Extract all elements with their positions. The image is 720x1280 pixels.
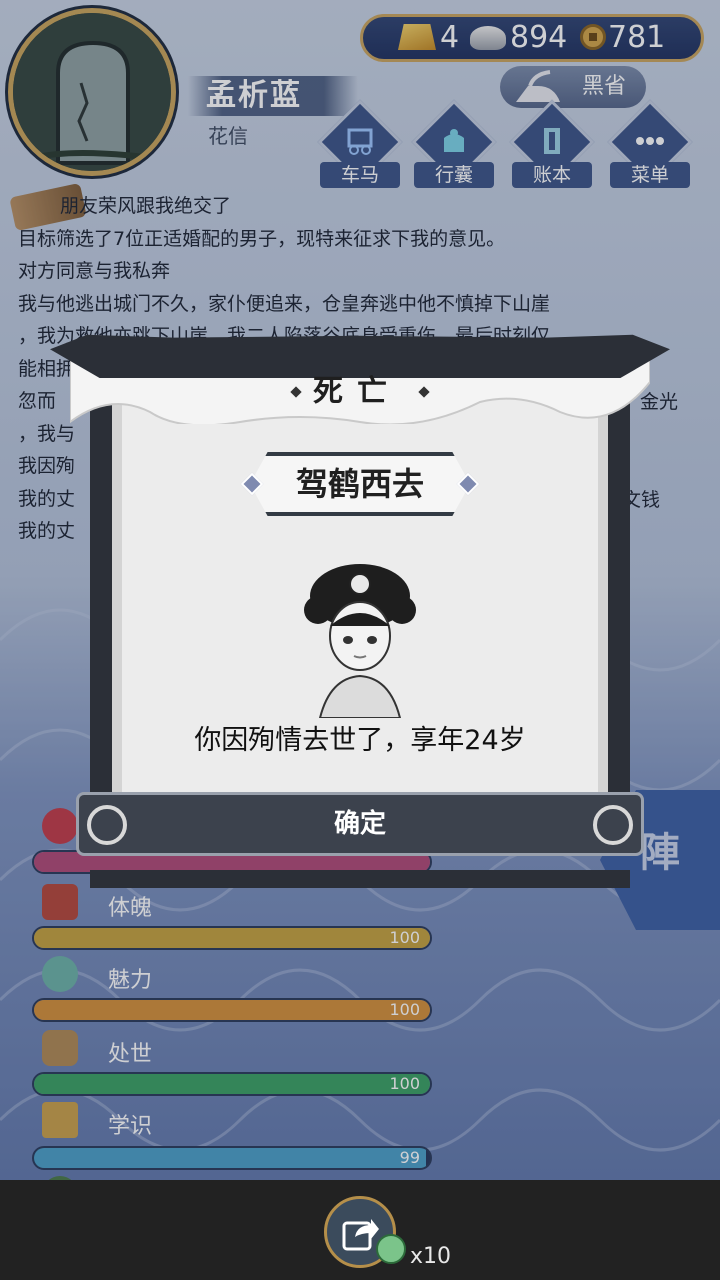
cloud-ornament-icon xyxy=(593,805,633,845)
confirm-label: 确定 xyxy=(333,809,386,839)
game-screen: 孟析蓝 花信 4 894 781 黑省 车马 行囊 账本 菜单 朋友荣风跟我绝交… xyxy=(0,0,720,1280)
result-banner-text: 驾鹤西去 xyxy=(295,465,424,503)
confirm-button[interactable]: 确定 xyxy=(76,792,644,856)
dialog-title: 死亡 xyxy=(313,374,401,409)
reward-multiplier: x10 xyxy=(410,1244,452,1269)
scroll-base xyxy=(90,870,630,888)
cloud-ornament-icon xyxy=(87,805,127,845)
character-portrait xyxy=(304,564,416,718)
jade-icon xyxy=(376,1234,406,1264)
share-icon xyxy=(342,1219,379,1251)
death-dialog: 死亡 驾鹤西去 你因殉情去世了，享年24岁 确定 xyxy=(50,330,670,890)
death-message: 你因殉情去世了，享年24岁 xyxy=(194,725,526,756)
